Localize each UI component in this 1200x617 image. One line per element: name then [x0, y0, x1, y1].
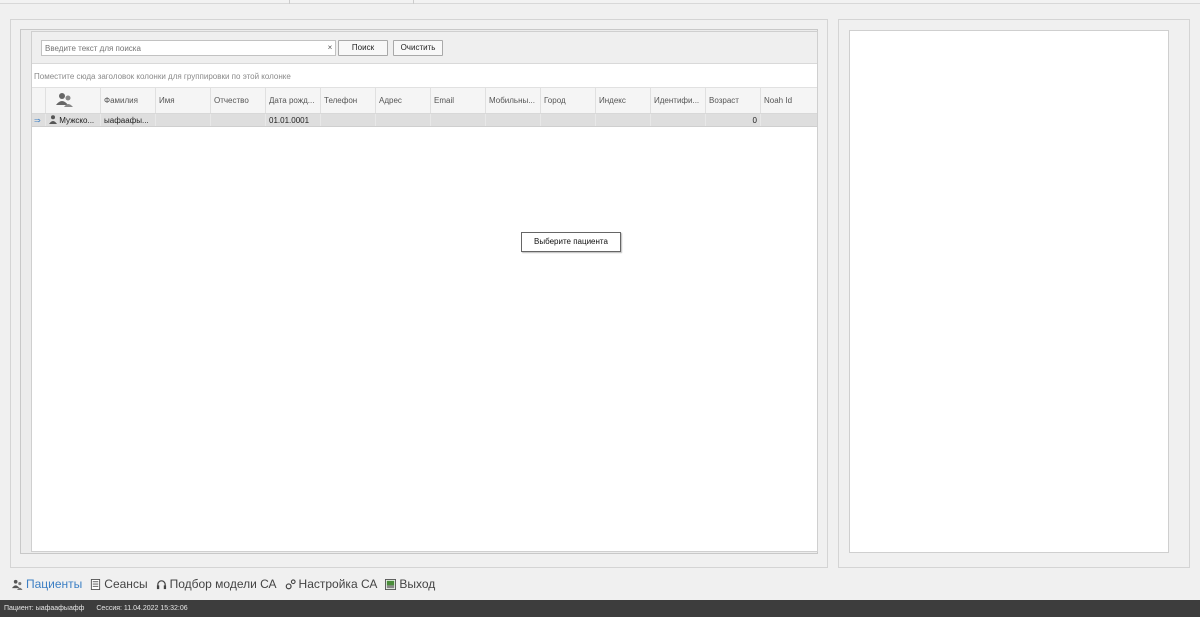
column-header-index[interactable]: Индекс [596, 88, 651, 113]
status-patient: Пациент: ыафаафыафф [4, 605, 85, 612]
nav-model-selection[interactable]: Подбор модели СА [156, 577, 277, 591]
nav-exit-label: Выход [399, 577, 436, 591]
nav-sessions-label: Сеансы [104, 577, 148, 591]
column-header-birth-date[interactable]: Дата рожд... [266, 88, 321, 113]
status-bar: Пациент: ыафаафыафф Сессия: 11.04.2022 1… [0, 600, 1200, 617]
phone-cell[interactable] [321, 114, 376, 126]
search-bar: × Поиск Очистить [32, 32, 817, 64]
toolbar-separator [413, 0, 414, 4]
toolbar-separator [289, 0, 290, 4]
address-cell[interactable] [376, 114, 431, 126]
nav-settings[interactable]: Настройка СА [285, 577, 378, 591]
mobile-cell[interactable] [486, 114, 541, 126]
table-row[interactable]: ⇒ Мужско... ыафаафы... 01.01.0001 0 [32, 114, 817, 127]
column-header-mobile[interactable]: Мобильны... [486, 88, 541, 113]
patients-panel: × Поиск Очистить Поместите сюда заголово… [31, 31, 818, 552]
noah-id-cell[interactable] [761, 114, 817, 126]
column-header-patronymic[interactable]: Отчество [211, 88, 266, 113]
identifier-cell[interactable] [651, 114, 706, 126]
column-header-noah-id[interactable]: Noah Id [761, 88, 817, 113]
column-header-address[interactable]: Адрес [376, 88, 431, 113]
gender-cell[interactable]: Мужско... [46, 114, 101, 126]
nav-settings-label: Настройка СА [298, 577, 378, 591]
exit-icon [385, 578, 397, 590]
patients-icon [12, 579, 23, 590]
gears-icon [285, 578, 296, 589]
grid-header: Фамилия Имя Отчество Дата рожд... Телефо… [32, 88, 817, 114]
nav-model-selection-label: Подбор модели СА [169, 577, 277, 591]
gender-value: Мужско... [59, 116, 95, 125]
clear-button[interactable]: Очистить [393, 40, 443, 56]
sessions-icon [91, 578, 101, 590]
bottom-navigation: Пациенты Сеансы Подбор модели СА Настрой… [12, 575, 435, 593]
birth-date-cell[interactable]: 01.01.0001 [266, 114, 321, 126]
gender-column-header[interactable] [46, 88, 101, 113]
search-clear-icon[interactable]: × [325, 41, 335, 55]
nav-exit[interactable]: Выход [385, 577, 435, 591]
headphones-icon [156, 579, 166, 589]
column-header-email[interactable]: Email [431, 88, 486, 113]
column-header-city[interactable]: Город [541, 88, 596, 113]
user-icon [49, 115, 57, 124]
users-icon [56, 93, 73, 107]
column-header-name[interactable]: Имя [156, 88, 211, 113]
group-by-hint[interactable]: Поместите сюда заголовок колонки для гру… [32, 66, 817, 88]
city-cell[interactable] [541, 114, 596, 126]
nav-sessions[interactable]: Сеансы [90, 577, 148, 591]
search-input[interactable] [41, 40, 336, 56]
index-cell[interactable] [596, 114, 651, 126]
details-panel [849, 30, 1169, 553]
patronymic-cell[interactable] [211, 114, 266, 126]
patients-grid: Фамилия Имя Отчество Дата рожд... Телефо… [32, 88, 817, 127]
surname-cell[interactable]: ыафаафы... [101, 114, 156, 126]
top-toolbar-strip [0, 0, 1200, 4]
age-cell[interactable]: 0 [706, 114, 761, 126]
status-session: Сессия: 11.04.2022 15:32:06 [96, 605, 188, 612]
column-header-age[interactable]: Возраст [706, 88, 761, 113]
current-row-arrow-icon: ⇒ [32, 114, 46, 126]
column-header-surname[interactable]: Фамилия [101, 88, 156, 113]
nav-patients-label: Пациенты [26, 577, 83, 591]
column-header-identifier[interactable]: Идентифи... [651, 88, 706, 113]
search-button[interactable]: Поиск [338, 40, 388, 56]
nav-patients[interactable]: Пациенты [12, 577, 82, 591]
name-cell[interactable] [156, 114, 211, 126]
select-patient-tooltip: Выберите пациента [521, 232, 621, 252]
column-header-phone[interactable]: Телефон [321, 88, 376, 113]
row-indicator-header [32, 88, 46, 113]
email-cell[interactable] [431, 114, 486, 126]
